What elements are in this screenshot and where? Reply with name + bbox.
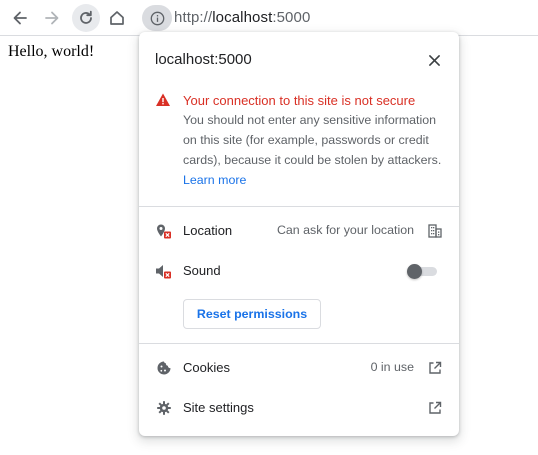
- sound-toggle[interactable]: [407, 264, 437, 279]
- url-port: :5000: [272, 9, 311, 26]
- reset-permissions-button[interactable]: Reset permissions: [183, 299, 321, 329]
- gear-icon: [157, 401, 171, 415]
- close-button[interactable]: [426, 52, 442, 68]
- building-icon[interactable]: [427, 223, 443, 239]
- address-bar[interactable]: http://localhost:5000: [174, 9, 310, 26]
- arrow-right-icon: [45, 11, 59, 25]
- popup-title: localhost:5000: [155, 51, 252, 68]
- forward-button[interactable]: [38, 4, 66, 32]
- divider: [139, 206, 459, 207]
- location-blocked-icon: [157, 224, 171, 239]
- site-settings-label: Site settings: [183, 400, 254, 415]
- home-button[interactable]: [103, 4, 131, 32]
- permission-row-location: Location Can ask for your location: [139, 211, 459, 251]
- warning-body-text: You should not enter any sensitive infor…: [183, 113, 442, 167]
- permission-label: Location: [183, 223, 233, 238]
- permission-label: Sound: [183, 263, 221, 278]
- close-icon: [428, 54, 440, 66]
- browser-toolbar: http://localhost:5000: [0, 0, 538, 36]
- url-scheme: http://: [174, 9, 213, 26]
- reload-icon: [80, 10, 92, 24]
- info-icon: [150, 11, 164, 25]
- site-settings-row[interactable]: Site settings: [139, 388, 459, 428]
- permission-row-sound: Sound: [139, 251, 459, 291]
- location-permission-select[interactable]: Can ask for your location: [277, 223, 414, 237]
- site-info-popup: localhost:5000 Your connection to this s…: [139, 32, 459, 436]
- cookie-icon: [157, 361, 171, 375]
- page-content-text: Hello, world!: [8, 43, 95, 60]
- home-icon: [110, 11, 124, 25]
- arrow-left-icon: [13, 11, 27, 25]
- learn-more-link[interactable]: Learn more: [183, 173, 246, 187]
- cookies-label: Cookies: [183, 360, 230, 375]
- site-info-button[interactable]: [142, 5, 172, 31]
- security-warning-body: You should not enter any sensitive infor…: [183, 110, 445, 190]
- divider: [139, 343, 459, 344]
- back-button[interactable]: [6, 4, 34, 32]
- open-in-new-icon: [429, 401, 442, 414]
- cookies-row[interactable]: Cookies 0 in use: [139, 348, 459, 388]
- reload-button[interactable]: [72, 4, 100, 32]
- security-warning-title: Your connection to this site is not secu…: [183, 93, 416, 108]
- toggle-knob: [407, 264, 422, 279]
- cookies-count: 0 in use: [370, 360, 414, 374]
- warning-icon: [156, 93, 170, 106]
- sound-blocked-icon: [156, 265, 171, 279]
- open-in-new-icon: [429, 361, 442, 374]
- url-host: localhost: [212, 9, 273, 26]
